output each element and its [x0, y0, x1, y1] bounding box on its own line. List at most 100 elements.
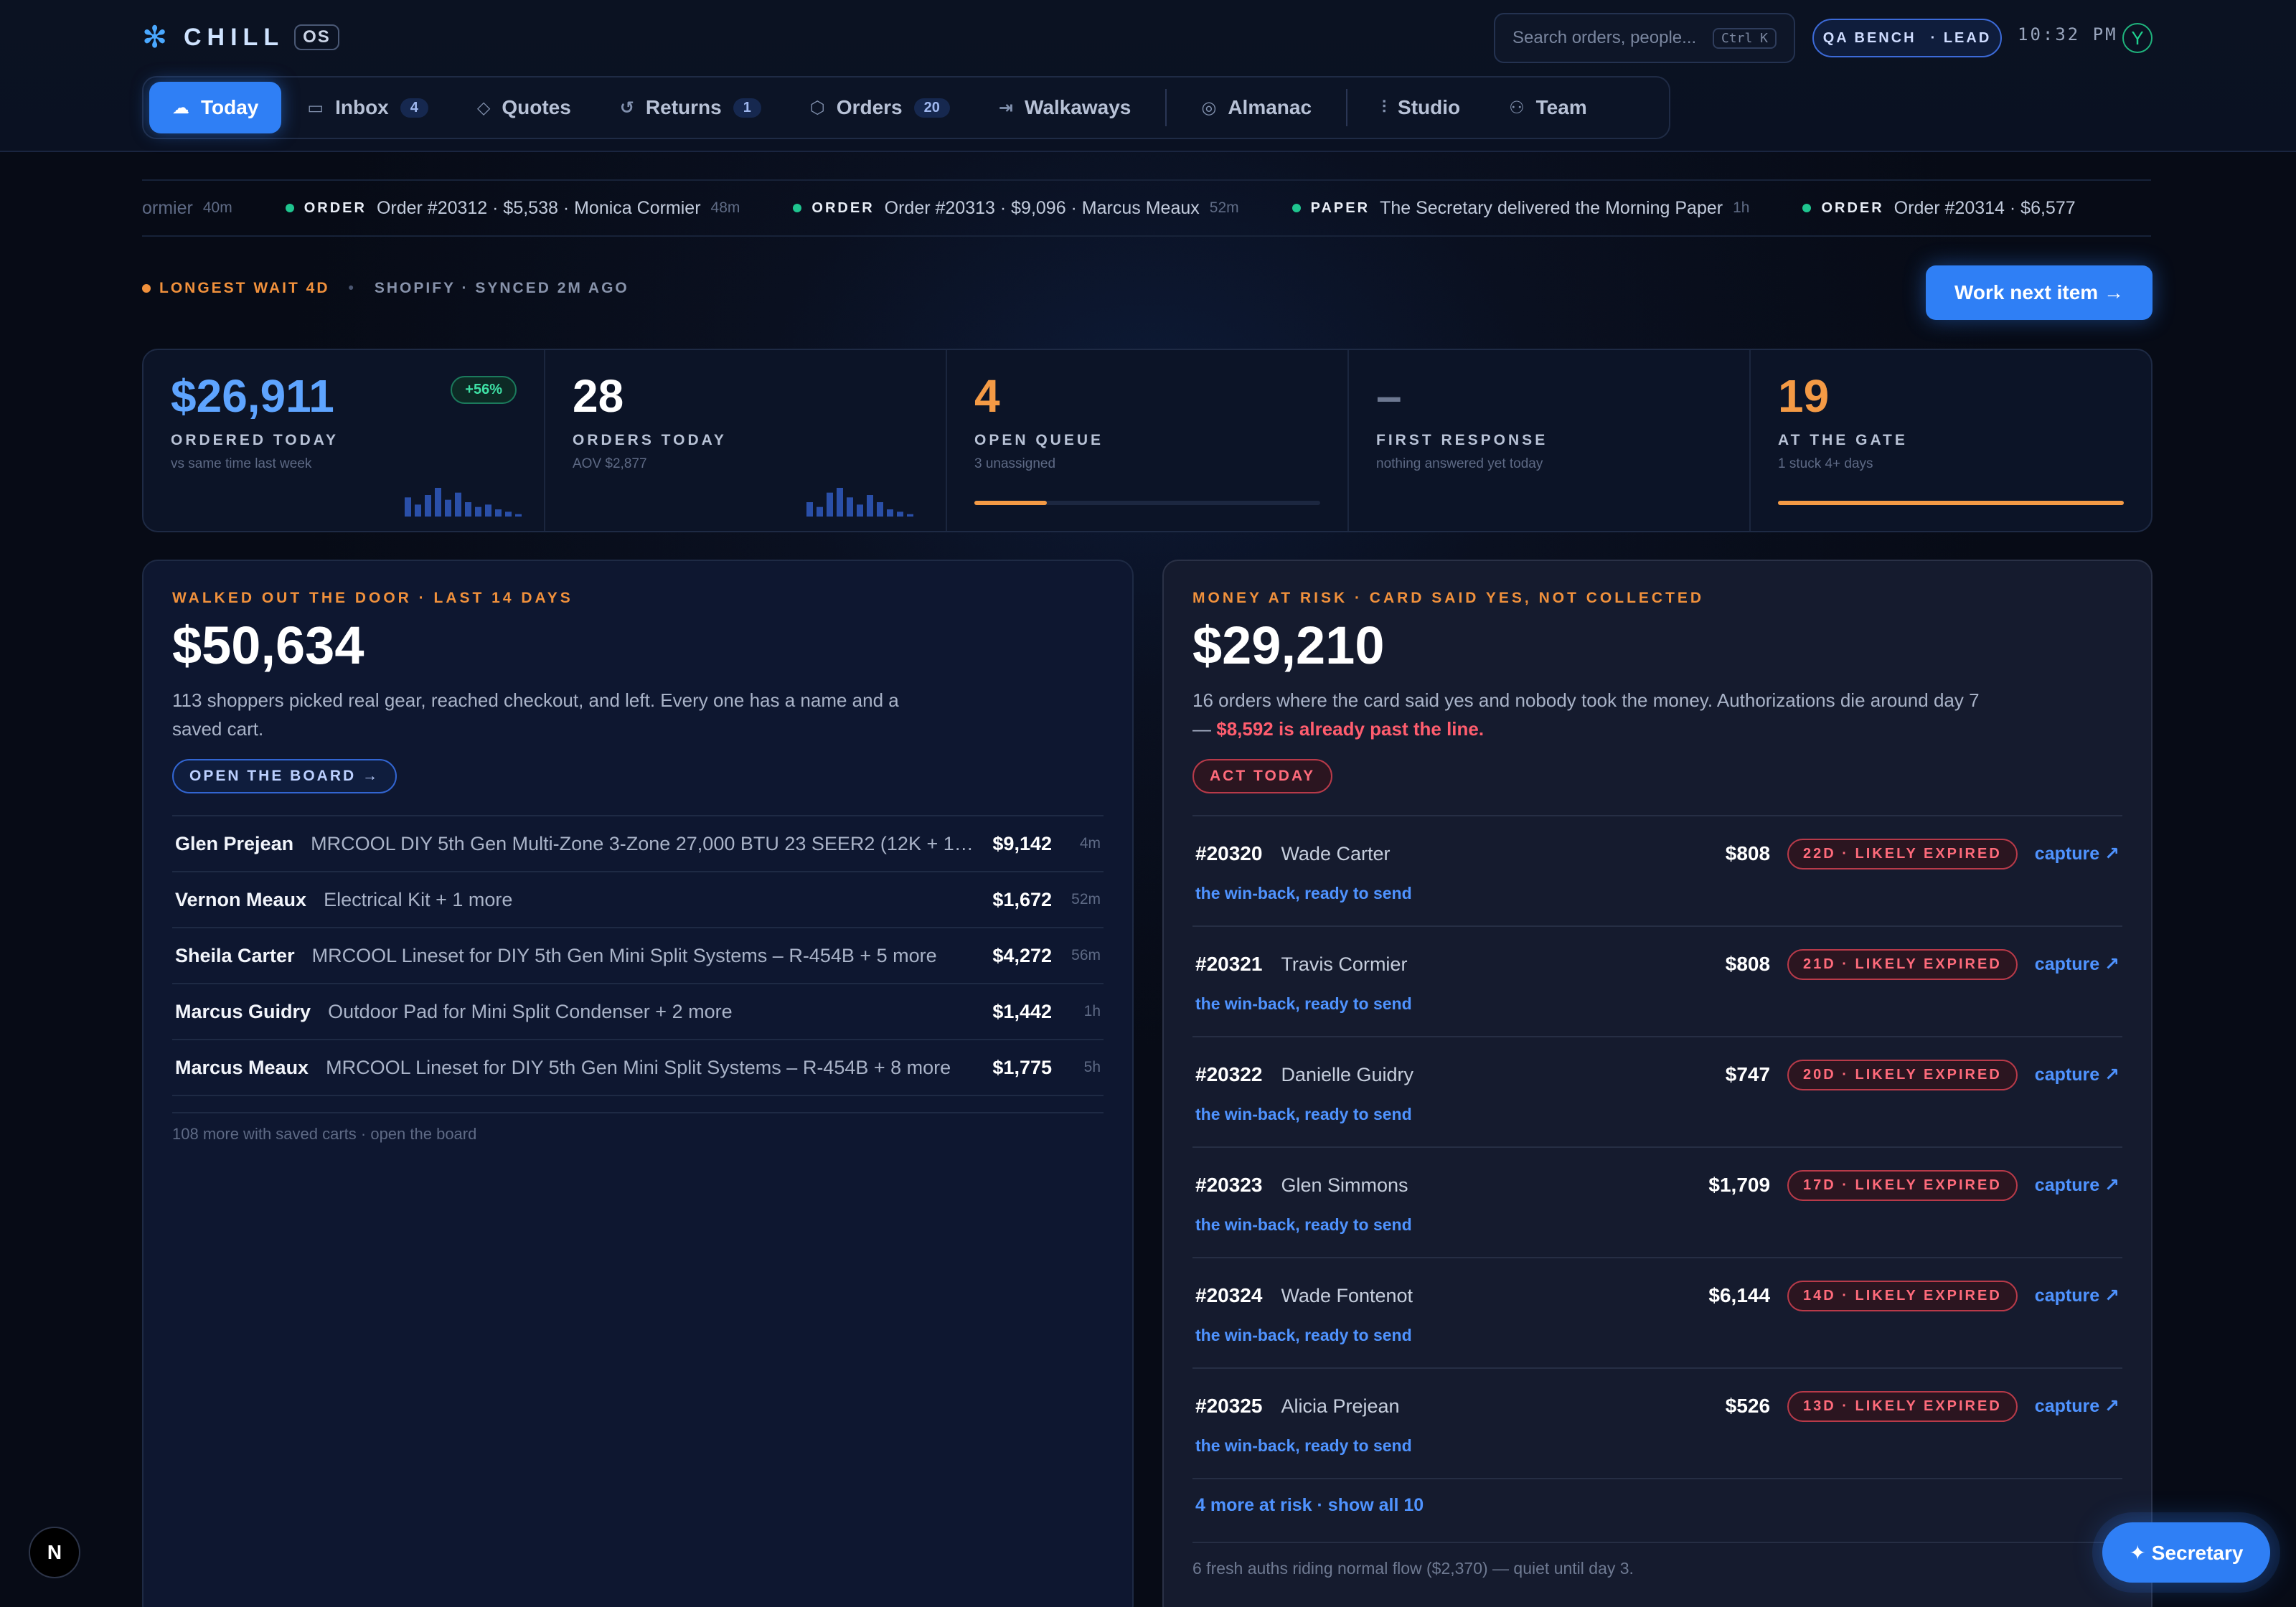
- winback-link[interactable]: the win-back, ready to send: [1195, 1326, 1412, 1345]
- winback-link[interactable]: the win-back, ready to send: [1195, 994, 1412, 1014]
- nav-divider: [1346, 89, 1348, 126]
- cart-item: MRCOOL DIY 5th Gen Multi-Zone 3-Zone 27,…: [311, 832, 976, 854]
- capture-link[interactable]: capture ↗: [2035, 1395, 2119, 1417]
- order-number[interactable]: #20321: [1195, 953, 1262, 976]
- spark-bar: [817, 506, 823, 517]
- list-item[interactable]: Sheila Carter MRCOOL Lineset for DIY 5th…: [172, 928, 1104, 984]
- winback-link[interactable]: the win-back, ready to send: [1195, 1105, 1412, 1124]
- status-badge: 13D · LIKELY EXPIRED: [1787, 1390, 2018, 1422]
- tab-label: Today: [201, 96, 259, 118]
- tab-team[interactable]: ⚇ Team: [1486, 82, 1610, 133]
- separator-dot: •: [348, 280, 356, 296]
- kpi-first-response[interactable]: – FIRST RESPONSE nothing answered yet to…: [1349, 350, 1751, 531]
- open-board-button[interactable]: OPEN THE BOARD →: [172, 759, 397, 793]
- ticker-item[interactable]: PAPER The Secretary delivered the Mornin…: [1292, 197, 1749, 219]
- brand-suffix: OS: [294, 24, 339, 50]
- avatar[interactable]: Y: [2122, 23, 2152, 53]
- capture-link[interactable]: capture ↗: [2035, 1174, 2119, 1196]
- kpi-at-the-gate[interactable]: 19 AT THE GATE 1 stuck 4+ days: [1751, 350, 2151, 531]
- tab-studio[interactable]: ⫶ Studio: [1359, 82, 1483, 133]
- status-line: LONGEST WAIT 4D • SHOPIFY · SYNCED 2M AG…: [142, 280, 629, 297]
- kpi-sub: 3 unassigned: [974, 456, 1056, 471]
- search-input[interactable]: Search orders, people... Ctrl K: [1494, 13, 1795, 63]
- kpi-value: 19: [1778, 370, 1830, 422]
- tab-label: Almanac: [1228, 96, 1312, 118]
- ticker-kind: ORDER: [1821, 199, 1884, 216]
- ticker-text: Order #20314 · $6,577: [1893, 197, 2076, 218]
- list-item[interactable]: Glen Prejean MRCOOL DIY 5th Gen Multi-Zo…: [172, 816, 1104, 872]
- sync-status: SHOPIFY · SYNCED 2M AGO: [374, 280, 629, 296]
- kpi-open-queue[interactable]: 4 OPEN QUEUE 3 unassigned: [947, 350, 1349, 531]
- kpi-strip: $26,911 ORDERED TODAY vs same time last …: [142, 349, 2152, 532]
- tab-label: Quotes: [502, 96, 571, 118]
- customer-name: Glen Simmons: [1281, 1174, 1408, 1196]
- secretary-button[interactable]: ✦ Secretary: [2102, 1522, 2270, 1583]
- panel-eyebrow: MONEY AT RISK · CARD SAID YES, NOT COLLE…: [1192, 590, 1705, 606]
- kpi-value: –: [1376, 370, 1402, 422]
- spark-bar: [465, 502, 471, 517]
- status-badge: 17D · LIKELY EXPIRED: [1787, 1169, 2018, 1201]
- list-item[interactable]: Marcus Meaux MRCOOL Lineset for DIY 5th …: [172, 1040, 1104, 1096]
- tag-icon: ◇: [476, 98, 491, 118]
- dev-tools-badge[interactable]: N: [29, 1527, 80, 1578]
- order-number[interactable]: #20324: [1195, 1284, 1262, 1307]
- ticker-kind: ORDER: [811, 199, 875, 216]
- ticker-kind: ORDER: [304, 199, 367, 216]
- spark-bar: [425, 495, 431, 517]
- ticker-item[interactable]: ORDER Order #20313 · $9,096 · Marcus Mea…: [793, 198, 1239, 219]
- spark-bar: [887, 509, 893, 517]
- brand-logo[interactable]: ✻ CHILL OS: [142, 22, 339, 53]
- ticker-item[interactable]: ORDER Order #20314 · $6,577: [1802, 197, 2076, 219]
- ticker-item[interactable]: ormier 40m: [142, 198, 232, 219]
- user-icon: Y: [2131, 27, 2144, 49]
- cart-item: Outdoor Pad for Mini Split Condenser + 2…: [328, 1000, 733, 1022]
- order-number[interactable]: #20323: [1195, 1174, 1262, 1197]
- ticker-age: 48m: [710, 199, 740, 216]
- progress-bar: [1778, 501, 2124, 505]
- tab-quotes[interactable]: ◇ Quotes: [454, 82, 594, 133]
- desc-warning: $8,592 is already past the line.: [1216, 718, 1485, 740]
- order-amount: $1,709: [1708, 1174, 1771, 1196]
- winback-link[interactable]: the win-back, ready to send: [1195, 1215, 1412, 1235]
- spark-bar: [505, 512, 512, 517]
- order-number[interactable]: #20320: [1195, 842, 1262, 865]
- ticker-text: The Secretary delivered the Morning Pape…: [1380, 197, 1723, 218]
- winback-link[interactable]: the win-back, ready to send: [1195, 1436, 1412, 1456]
- bench-role-badge[interactable]: QA BENCH · LEAD: [1812, 19, 2002, 57]
- order-number[interactable]: #20322: [1195, 1063, 1262, 1086]
- tab-walkaways[interactable]: ⇥ Walkaways: [976, 82, 1154, 133]
- progress-fill: [1778, 501, 2124, 505]
- tab-label: Team: [1535, 96, 1587, 118]
- list-item[interactable]: Vernon Meaux Electrical Kit + 1 more $1,…: [172, 872, 1104, 928]
- winback-link[interactable]: the win-back, ready to send: [1195, 884, 1412, 903]
- capture-link[interactable]: capture ↗: [2035, 1285, 2119, 1306]
- work-next-button[interactable]: Work next item →: [1926, 265, 2152, 320]
- capture-link[interactable]: capture ↗: [2035, 843, 2119, 864]
- tab-inbox[interactable]: ▭ Inbox 4: [284, 82, 451, 133]
- tab-returns[interactable]: ↺ Returns 1: [597, 82, 784, 133]
- clock: 10:32 PM: [2018, 24, 2118, 44]
- walkaway-footer[interactable]: 108 more with saved carts · open the boa…: [172, 1112, 1104, 1144]
- panel-total: $50,634: [172, 616, 364, 675]
- act-today-button[interactable]: ACT TODAY: [1192, 759, 1333, 793]
- show-all-link[interactable]: 4 more at risk · show all 10: [1192, 1495, 2122, 1516]
- capture-link[interactable]: capture ↗: [2035, 1064, 2119, 1085]
- customer-name: Marcus Meaux: [175, 1056, 309, 1078]
- tab-today[interactable]: ☁ Today: [149, 82, 282, 133]
- order-number[interactable]: #20325: [1195, 1395, 1262, 1418]
- customer-name: Wade Carter: [1281, 842, 1391, 864]
- spark-bar: [867, 495, 873, 517]
- capture-link[interactable]: capture ↗: [2035, 953, 2119, 975]
- tab-almanac[interactable]: ◎ Almanac: [1178, 82, 1335, 133]
- kpi-label: FIRST RESPONSE: [1376, 432, 1548, 448]
- list-item[interactable]: Marcus Guidry Outdoor Pad for Mini Split…: [172, 984, 1104, 1040]
- kpi-label: AT THE GATE: [1778, 432, 1908, 448]
- tab-orders[interactable]: ⬡ Orders 20: [787, 82, 973, 133]
- customer-name: Vernon Meaux: [175, 888, 307, 910]
- kpi-ordered-today[interactable]: $26,911 ORDERED TODAY vs same time last …: [144, 350, 545, 531]
- cloud-icon: ☁: [172, 98, 189, 118]
- kpi-orders-today[interactable]: 28 ORDERS TODAY AOV $2,877: [545, 350, 947, 531]
- status-dot: [1292, 204, 1301, 212]
- ticker-item[interactable]: ORDER Order #20312 · $5,538 · Monica Cor…: [285, 198, 740, 219]
- cart-amount: $1,775: [992, 1056, 1052, 1078]
